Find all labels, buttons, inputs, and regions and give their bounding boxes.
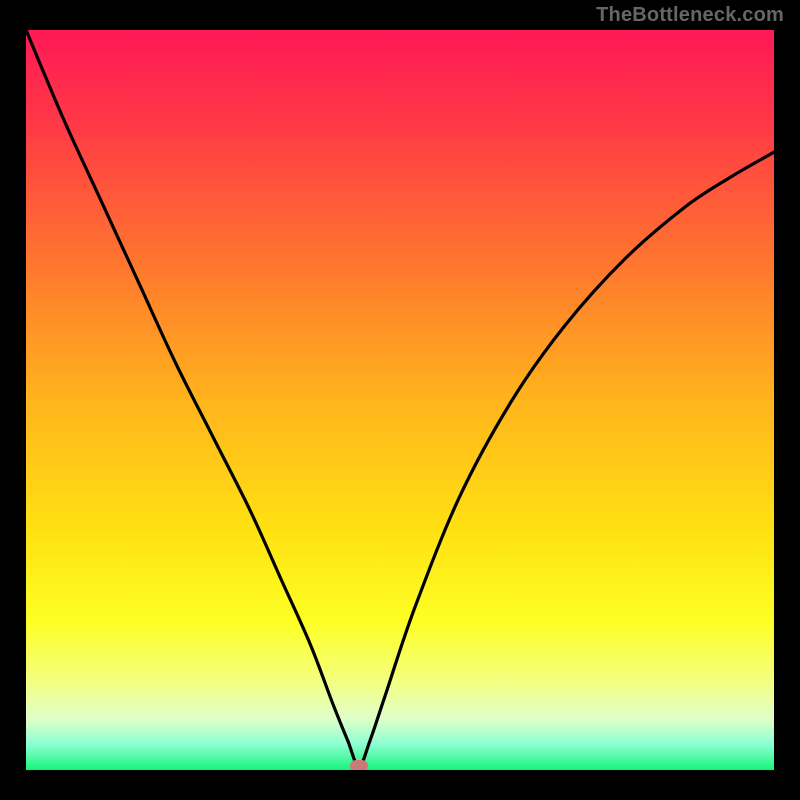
bottleneck-curve bbox=[26, 30, 774, 770]
plot-area bbox=[26, 30, 774, 770]
watermark-text: TheBottleneck.com bbox=[596, 4, 784, 27]
chart-frame: TheBottleneck.com bbox=[0, 0, 800, 800]
minimum-marker bbox=[350, 760, 368, 770]
